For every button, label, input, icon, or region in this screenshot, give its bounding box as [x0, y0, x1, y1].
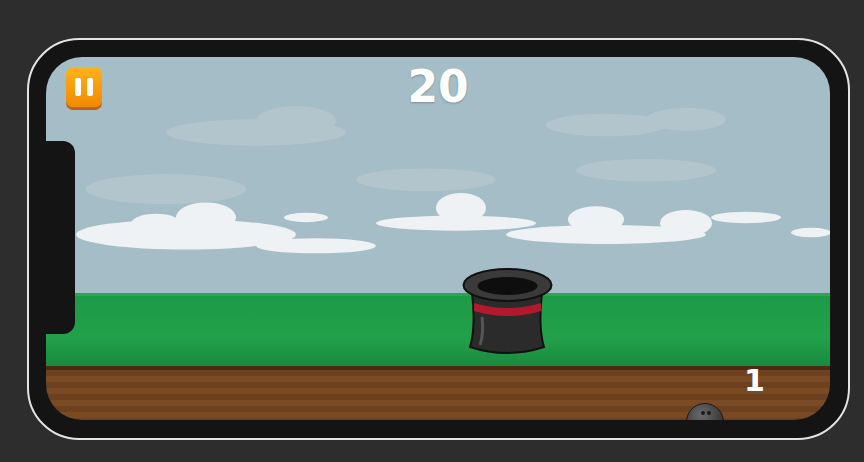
pause-icon-bar	[87, 78, 93, 96]
phone-frame: 20 1	[27, 38, 850, 440]
ball-count: 1	[744, 363, 765, 399]
grass	[46, 293, 830, 366]
ball-hole	[701, 411, 705, 415]
score: 20	[46, 61, 830, 113]
phone-notch	[46, 141, 75, 334]
page: 20 1	[0, 0, 864, 462]
pause-button[interactable]	[66, 67, 102, 107]
pause-icon	[75, 78, 81, 96]
top-hat-icon[interactable]	[462, 267, 553, 354]
game-screen[interactable]: 20 1	[46, 57, 830, 420]
ball-hole	[707, 411, 711, 415]
